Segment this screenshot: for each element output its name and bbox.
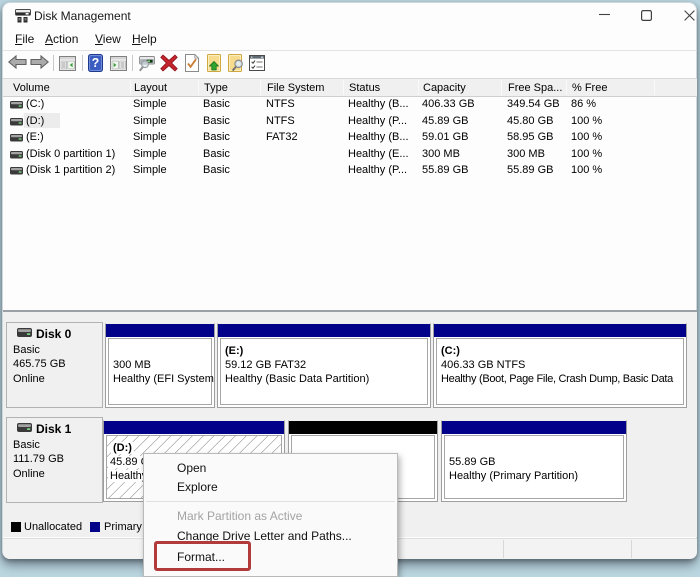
svg-text:?: ? — [92, 56, 100, 70]
